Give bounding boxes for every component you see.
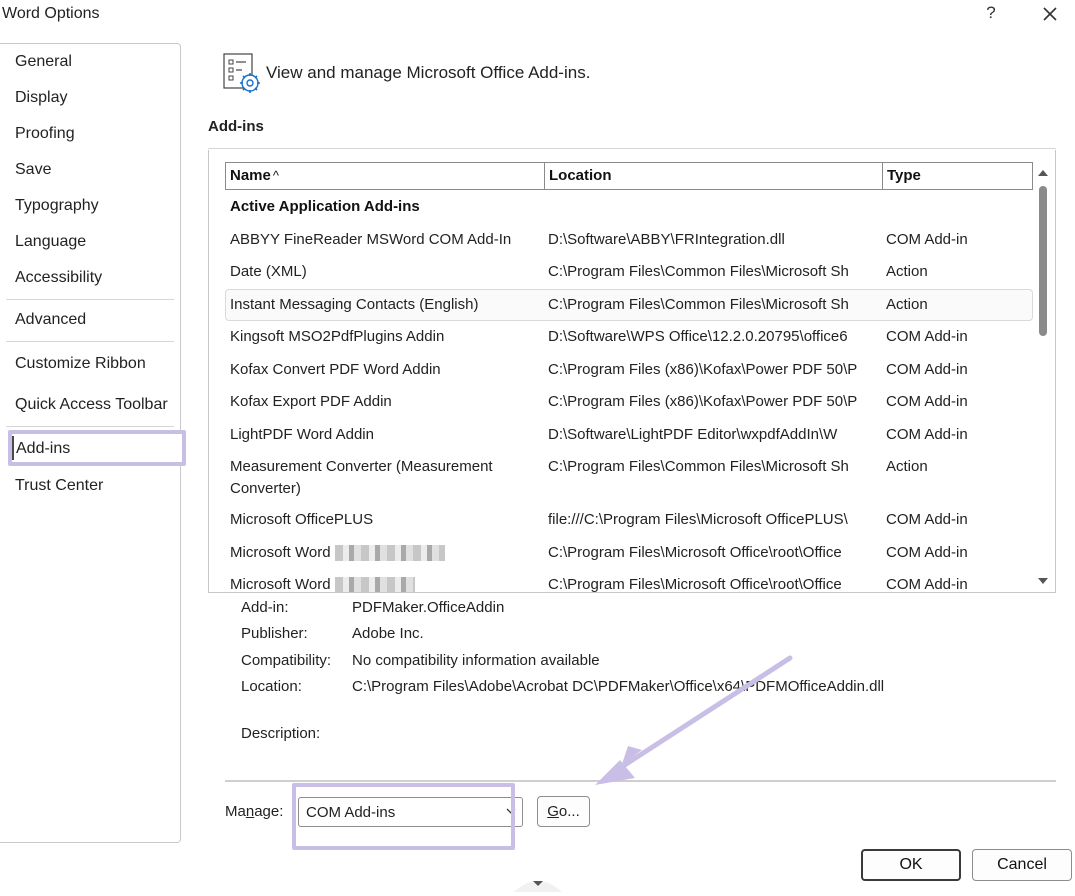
detail-value-addin: PDFMaker.OfficeAddin <box>352 599 504 616</box>
go-button[interactable]: Go... <box>537 796 590 827</box>
table-row[interactable]: Microsoft Word C:\Program Files\Microsof… <box>225 575 1033 592</box>
group-header-active: Active Application Add-ins <box>230 198 420 215</box>
window-title: Word Options <box>2 5 100 23</box>
sidebar-item-general[interactable]: General <box>15 53 72 71</box>
sidebar-item-customize-ribbon[interactable]: Customize Ribbon <box>15 355 146 373</box>
cell-name: Microsoft Word <box>225 575 543 592</box>
close-icon <box>1038 2 1062 26</box>
annotation-arrow-icon <box>580 650 800 800</box>
sidebar-item-addins[interactable]: Add-ins <box>16 440 70 458</box>
cell-name: LightPDF Word Addin <box>225 425 543 445</box>
cell-type: Action <box>881 295 1033 315</box>
cell-location: C:\Program Files\Common Files\Microsoft … <box>543 457 871 477</box>
cell-location: C:\Program Files\Microsoft Office\root\O… <box>543 543 871 563</box>
detail-label-location: Location: <box>241 678 302 695</box>
table-row[interactable]: ABBYY FineReader MSWord COM Add-In D:\So… <box>225 230 1033 252</box>
sidebar-item-accessibility[interactable]: Accessibility <box>15 269 102 287</box>
table-row[interactable]: Date (XML) C:\Program Files\Common Files… <box>225 262 1033 284</box>
section-title: Add-ins <box>208 118 264 135</box>
addin-list[interactable]: Name^ Location Type Active Application A… <box>208 150 1056 593</box>
cell-name: Measurement Converter (Measurement <box>225 457 543 477</box>
cell-location: C:\Program Files\Common Files\Microsoft … <box>543 262 871 282</box>
table-row[interactable]: Kofax Convert PDF Word Addin C:\Program … <box>225 360 1033 382</box>
cell-name: Microsoft Word <box>225 543 543 563</box>
addins-gear-list-icon <box>222 52 262 94</box>
cell-name: Kingsoft MSO2PdfPlugins Addin <box>225 327 543 347</box>
cell-location: C:\Program Files\Common Files\Microsoft … <box>543 295 871 315</box>
sidebar-divider <box>6 341 174 342</box>
sidebar-divider <box>6 426 174 427</box>
help-button[interactable]: ? <box>981 3 1001 25</box>
cell-type: Action <box>881 457 1033 477</box>
detail-label-compatibility: Compatibility: <box>241 652 331 669</box>
sidebar-item-language[interactable]: Language <box>15 233 86 251</box>
column-header-name[interactable]: Name^ <box>226 163 544 189</box>
manage-label: Manage: <box>225 803 283 820</box>
cell-location: D:\Software\LightPDF Editor\wxpdfAddIn\W <box>543 425 871 445</box>
cell-type: COM Add-in <box>881 230 1033 250</box>
cell-name: Microsoft OfficePLUS <box>225 510 543 530</box>
cell-type: COM Add-in <box>881 425 1033 445</box>
section-divider <box>208 148 1056 149</box>
details-divider <box>225 780 1056 782</box>
detail-value-compatibility: No compatibility information available <box>352 652 600 669</box>
cell-type: COM Add-in <box>881 543 1033 563</box>
table-row[interactable]: Microsoft Word C:\Program Files\Microsof… <box>225 543 1033 565</box>
sort-ascending-icon: ^ <box>273 168 279 183</box>
sidebar-item-display[interactable]: Display <box>15 89 67 107</box>
redacted-text <box>335 545 445 561</box>
sidebar-divider <box>6 299 174 300</box>
list-header: Name^ Location Type <box>225 162 1033 190</box>
detail-value-location: C:\Program Files\Adobe\Acrobat DC\PDFMak… <box>352 678 884 695</box>
sidebar-item-save[interactable]: Save <box>15 161 51 179</box>
list-scrollbar[interactable] <box>1034 164 1052 590</box>
close-button[interactable] <box>1038 2 1062 26</box>
page-heading: View and manage Microsoft Office Add-ins… <box>266 63 590 83</box>
ok-button[interactable]: OK <box>861 849 961 881</box>
cell-location: D:\Software\WPS Office\12.2.0.20795\offi… <box>543 327 871 347</box>
cell-type: COM Add-in <box>881 510 1033 530</box>
cell-name: Kofax Export PDF Addin <box>225 392 543 412</box>
cell-type: COM Add-in <box>881 360 1033 380</box>
cell-location: C:\Program Files\Microsoft Office\root\O… <box>543 575 871 592</box>
cell-name-continued: Converter) <box>225 479 543 499</box>
cell-name: Date (XML) <box>225 262 543 282</box>
table-row[interactable]: LightPDF Word Addin D:\Software\LightPDF… <box>225 425 1033 447</box>
redacted-text <box>335 577 415 592</box>
sidebar-item-proofing[interactable]: Proofing <box>15 125 75 143</box>
expand-chevron-icon[interactable] <box>512 874 564 892</box>
column-header-location[interactable]: Location <box>544 163 882 189</box>
table-row[interactable]: Kingsoft MSO2PdfPlugins Addin D:\Softwar… <box>225 327 1033 349</box>
cell-name: ABBYY FineReader MSWord COM Add-In <box>225 230 543 250</box>
cancel-button[interactable]: Cancel <box>972 849 1072 881</box>
table-row[interactable]: Measurement Converter (Measurement Conve… <box>225 457 1033 501</box>
column-header-type[interactable]: Type <box>882 163 1033 189</box>
cell-type: COM Add-in <box>881 575 1033 592</box>
table-row[interactable]: Kofax Export PDF Addin C:\Program Files … <box>225 392 1033 414</box>
cell-location: C:\Program Files (x86)\Kofax\Power PDF 5… <box>543 392 871 412</box>
cell-type: Action <box>881 262 1033 282</box>
table-row[interactable]: Microsoft OfficePLUS file:///C:\Program … <box>225 510 1033 532</box>
detail-value-publisher: Adobe Inc. <box>352 625 424 642</box>
annotation-highlight-manage <box>292 783 515 850</box>
sidebar-item-advanced[interactable]: Advanced <box>15 311 86 329</box>
cell-type: COM Add-in <box>881 327 1033 347</box>
cell-location: D:\Software\ABBY\FRIntegration.dll <box>543 230 871 250</box>
sidebar-active-indicator <box>12 436 14 460</box>
scroll-up-icon[interactable] <box>1034 164 1052 182</box>
cell-location: file:///C:\Program Files\Microsoft Offic… <box>543 510 871 530</box>
sidebar-item-quick-access-toolbar[interactable]: Quick Access Toolbar <box>15 396 168 414</box>
sidebar-item-trust-center[interactable]: Trust Center <box>15 477 103 495</box>
cell-name: Kofax Convert PDF Word Addin <box>225 360 543 380</box>
cell-name: Instant Messaging Contacts (English) <box>225 295 543 315</box>
sidebar-item-typography[interactable]: Typography <box>15 197 99 215</box>
table-row-selected[interactable]: Instant Messaging Contacts (English) C:\… <box>225 289 1033 321</box>
cell-type: COM Add-in <box>881 392 1033 412</box>
cell-location: C:\Program Files (x86)\Kofax\Power PDF 5… <box>543 360 871 380</box>
detail-label-description: Description: <box>241 725 320 742</box>
detail-label-addin: Add-in: <box>241 599 289 616</box>
detail-label-publisher: Publisher: <box>241 625 308 642</box>
scroll-thumb[interactable] <box>1039 186 1047 336</box>
scroll-down-icon[interactable] <box>1034 572 1052 590</box>
